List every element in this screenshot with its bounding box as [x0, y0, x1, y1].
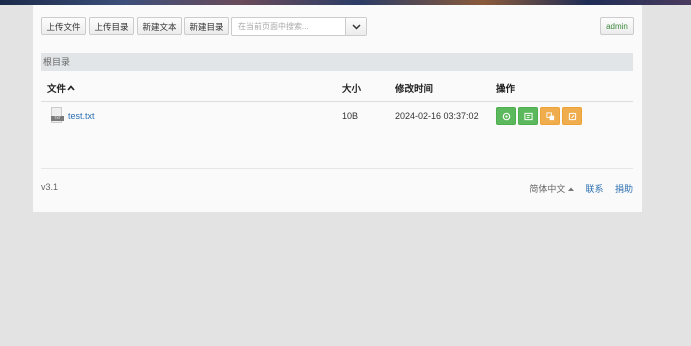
- upload-directory-button[interactable]: 上传目录: [89, 17, 134, 35]
- rename-button[interactable]: [562, 107, 582, 125]
- rename-icon: [568, 112, 576, 120]
- chevron-down-icon: [351, 23, 361, 30]
- copy-icon: [545, 111, 554, 120]
- footer-divider: [41, 168, 633, 169]
- footer-links: 简体中文 联系 捐助: [529, 182, 633, 195]
- upload-file-button[interactable]: 上传文件: [41, 17, 86, 35]
- breadcrumb: 根目录: [41, 53, 633, 71]
- file-name-link[interactable]: test.txt: [68, 110, 95, 122]
- breadcrumb-root[interactable]: 根目录: [43, 57, 70, 67]
- edit-button[interactable]: [518, 107, 538, 125]
- view-button[interactable]: [496, 107, 516, 125]
- view-icon: [502, 112, 510, 120]
- donate-link[interactable]: 捐助: [615, 184, 633, 194]
- file-type-tag: TXT: [51, 116, 64, 121]
- file-modified-time: 2024-02-16 03:37:02: [395, 111, 479, 121]
- caret-up-icon: [567, 187, 574, 191]
- table-row: TXT test.txt 10B 2024-02-16 03:37:02: [41, 105, 633, 127]
- table-header: 文件 大小 修改时间 操作: [41, 83, 633, 102]
- search-input[interactable]: [232, 18, 344, 35]
- file-manager-panel: 上传文件 上传目录 新建文本 新建目录 admin 根目录 文件 大小 修改时间…: [33, 5, 642, 212]
- column-modified-header[interactable]: 修改时间: [395, 83, 433, 97]
- contact-link[interactable]: 联系: [585, 184, 603, 194]
- column-actions-header: 操作: [496, 84, 516, 95]
- language-selector[interactable]: 简体中文: [529, 184, 574, 194]
- new-directory-button[interactable]: 新建目录: [184, 17, 229, 35]
- new-text-button[interactable]: 新建文本: [137, 17, 182, 35]
- version-label: v3.1: [41, 182, 59, 192]
- edit-icon: [523, 112, 533, 120]
- search-dropdown-button[interactable]: [345, 18, 366, 35]
- search-box: [231, 17, 367, 36]
- user-button[interactable]: admin: [600, 17, 634, 35]
- sort-up-icon: [67, 85, 75, 91]
- file-size: 10B: [342, 111, 359, 121]
- copy-button[interactable]: [540, 107, 560, 125]
- column-size-header[interactable]: 大小: [342, 83, 361, 97]
- column-file-header[interactable]: 文件: [47, 83, 75, 97]
- text-file-icon: TXT: [51, 107, 64, 123]
